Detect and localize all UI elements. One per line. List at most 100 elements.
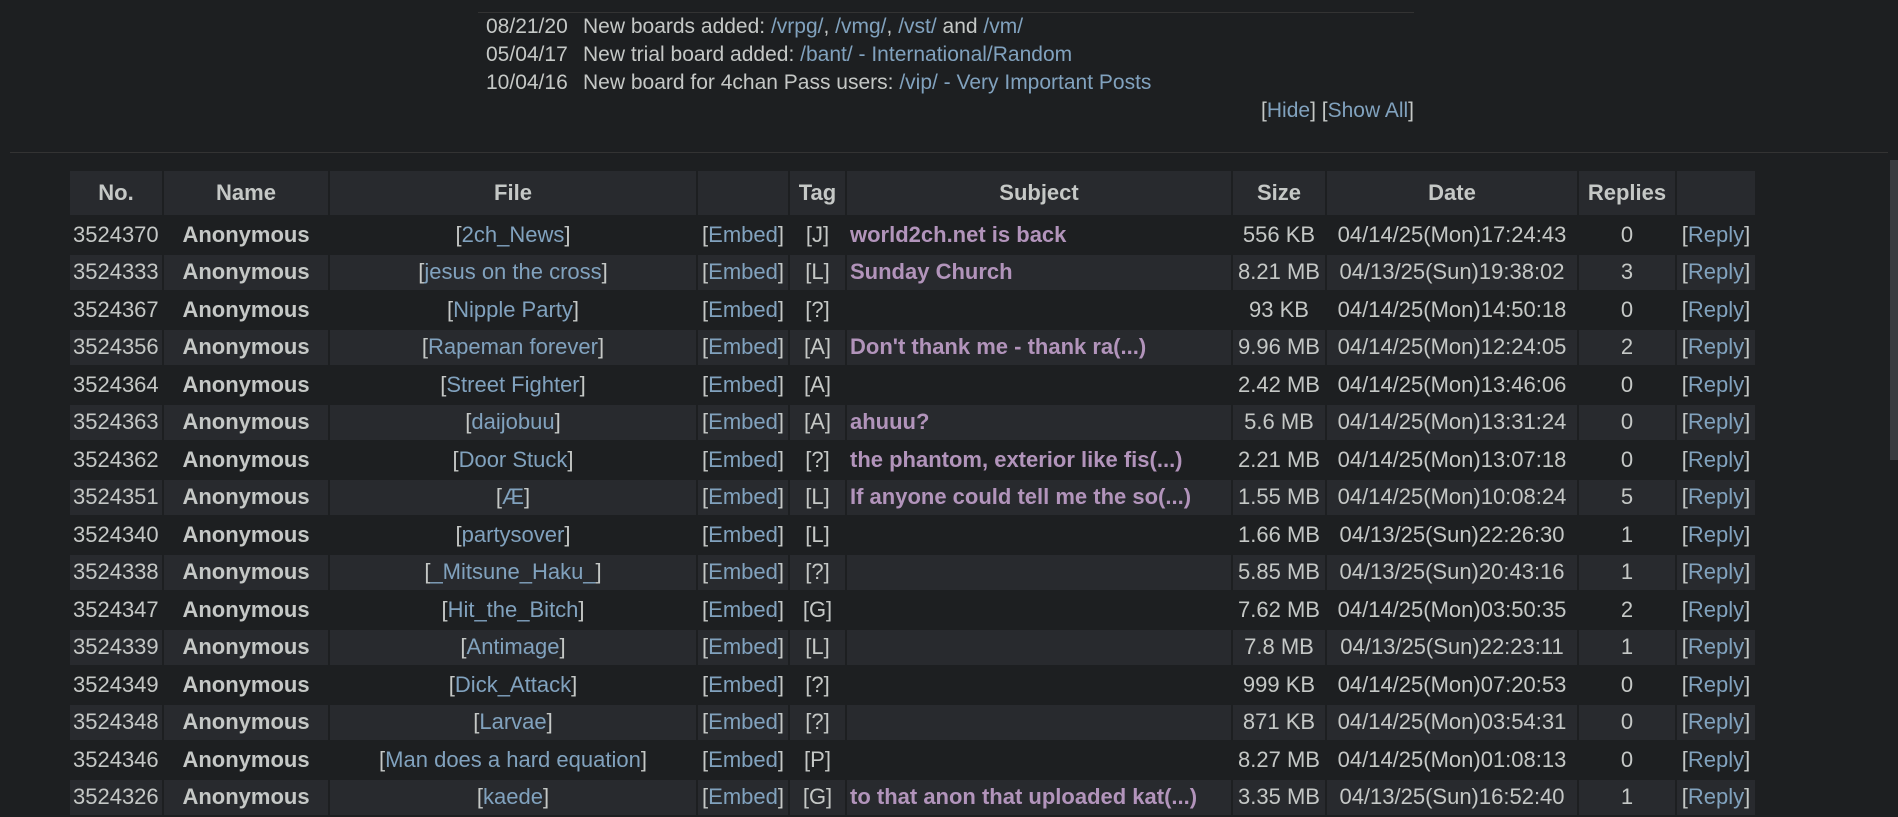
- file-size: 999 KB: [1242, 671, 1316, 697]
- file-name-link[interactable]: Larvae: [479, 709, 546, 734]
- file-name-link[interactable]: Antimage: [467, 634, 560, 659]
- reply-link[interactable]: Reply: [1688, 409, 1744, 434]
- file-name-link[interactable]: Street Fighter: [446, 372, 579, 397]
- post-date: 04/14/25(Mon)01:08:13: [1337, 746, 1567, 772]
- embed-link[interactable]: Embed: [708, 634, 778, 659]
- file-name: [Door Stuck]: [452, 446, 574, 472]
- reply-link[interactable]: Reply: [1688, 634, 1744, 659]
- reply-link[interactable]: Reply: [1688, 447, 1744, 472]
- post-number: 3524338: [70, 554, 162, 590]
- reply-link[interactable]: Reply: [1688, 672, 1744, 697]
- file-size: 2.42 MB: [1238, 371, 1320, 397]
- reply-count: 0: [1620, 371, 1634, 397]
- poster-name: Anonymous: [164, 479, 328, 515]
- file-name-link[interactable]: 2ch_News: [462, 222, 565, 247]
- news-text-part: New boards added:: [583, 15, 771, 38]
- news-board-link[interactable]: /vip/ - Very Important Posts: [899, 71, 1151, 94]
- file-name-link[interactable]: daijobuu: [471, 409, 554, 434]
- reply-link[interactable]: Reply: [1688, 484, 1744, 509]
- file-name-link[interactable]: Man does a hard equation: [385, 747, 641, 772]
- file-name-link[interactable]: Door Stuck: [459, 447, 568, 472]
- news-list: 08/21/20 New boards added: /vrpg/, /vmg/,…: [478, 13, 1414, 97]
- embed-link[interactable]: Embed: [708, 447, 778, 472]
- file-name-link[interactable]: Æ: [502, 484, 524, 509]
- post-number: 3524339: [70, 629, 162, 665]
- tag: [A]: [790, 329, 845, 365]
- embed-link[interactable]: Embed: [708, 597, 778, 622]
- embed-link[interactable]: Embed: [708, 522, 778, 547]
- file-name-link[interactable]: kaede: [483, 784, 543, 809]
- embed-link[interactable]: Embed: [708, 409, 778, 434]
- poster-name: Anonymous: [182, 446, 310, 472]
- reply-link[interactable]: Reply: [1688, 559, 1744, 584]
- news-board-link[interactable]: /vmg/: [835, 15, 886, 38]
- poster-name: Anonymous: [164, 629, 328, 665]
- hide-news-link[interactable]: Hide: [1267, 99, 1310, 122]
- news-text-part: New trial board added:: [583, 43, 801, 66]
- file-name-link[interactable]: Nipple Party: [453, 297, 573, 322]
- reply: [Reply]: [1681, 221, 1751, 247]
- subject: [847, 554, 1231, 590]
- news-text: New boards added: /vrpg/, /vmg/, /vst/ a…: [583, 13, 1023, 41]
- reply: [Reply]: [1677, 254, 1755, 290]
- post-date: 04/13/25(Sun)20:43:16: [1327, 554, 1577, 590]
- embed: [Embed]: [698, 704, 788, 740]
- embed-link[interactable]: Embed: [708, 672, 778, 697]
- post-date: 04/14/25(Mon)07:20:53: [1337, 671, 1567, 697]
- reply-link[interactable]: Reply: [1688, 747, 1744, 772]
- embed-link[interactable]: Embed: [708, 559, 778, 584]
- reply-link[interactable]: Reply: [1688, 222, 1744, 247]
- post-date: 04/14/25(Mon)13:07:18: [1337, 446, 1567, 472]
- scrollbar[interactable]: [1890, 160, 1898, 460]
- file-name-link[interactable]: Rapeman forever: [428, 334, 598, 359]
- embed-link[interactable]: Embed: [708, 222, 778, 247]
- reply-link[interactable]: Reply: [1688, 259, 1744, 284]
- tag: [L]: [790, 254, 845, 290]
- embed-link[interactable]: Embed: [708, 297, 778, 322]
- post-date: 04/13/25(Sun)22:23:11: [1327, 629, 1577, 665]
- reply-link[interactable]: Reply: [1688, 522, 1744, 547]
- tag: [?]: [790, 554, 845, 590]
- header-embed: [698, 171, 788, 215]
- news-board-link[interactable]: /bant/ - International/Random: [800, 43, 1072, 66]
- show-all-news-link[interactable]: Show All: [1328, 99, 1409, 122]
- embed-link[interactable]: Embed: [708, 334, 778, 359]
- reply: [Reply]: [1677, 629, 1755, 665]
- header-name: Name: [164, 171, 328, 215]
- file-size: 7.62 MB: [1238, 596, 1320, 622]
- embed-link[interactable]: Embed: [708, 484, 778, 509]
- reply-link[interactable]: Reply: [1688, 372, 1744, 397]
- news-board-link[interactable]: /vrpg/: [771, 15, 824, 38]
- reply: [Reply]: [1677, 329, 1755, 365]
- file-name-link[interactable]: _Mitsune_Haku_: [430, 559, 595, 584]
- subject: world2ch.net is back: [850, 221, 1067, 247]
- embed-link[interactable]: Embed: [708, 709, 778, 734]
- embed-link[interactable]: Embed: [708, 784, 778, 809]
- file-name-link[interactable]: Dick_Attack: [455, 672, 571, 697]
- tag: [?]: [805, 446, 830, 472]
- reply-count: 0: [1620, 446, 1634, 472]
- reply-count: 0: [1579, 404, 1675, 440]
- embed-link[interactable]: Embed: [708, 372, 778, 397]
- embed-link[interactable]: Embed: [708, 259, 778, 284]
- reply-count: 5: [1579, 479, 1675, 515]
- news-text-part: ,: [886, 15, 899, 38]
- reply-link[interactable]: Reply: [1688, 784, 1744, 809]
- subject: ahuuu?: [847, 404, 1231, 440]
- file-name-link[interactable]: jesus on the cross: [424, 259, 601, 284]
- file-name: [kaede]: [330, 779, 696, 815]
- embed: [Embed]: [702, 521, 784, 547]
- news-item: 10/04/16 New board for 4chan Pass users: …: [478, 69, 1414, 97]
- news-board-link[interactable]: /vm/: [983, 15, 1023, 38]
- file-size: 7.8 MB: [1233, 629, 1325, 665]
- embed-link[interactable]: Embed: [708, 747, 778, 772]
- file-name-link[interactable]: partysover: [462, 522, 565, 547]
- reply-link[interactable]: Reply: [1688, 297, 1744, 322]
- file-name-link[interactable]: Hit_the_Bitch: [448, 597, 579, 622]
- news-board-link[interactable]: /vst/: [898, 15, 937, 38]
- poster-name: Anonymous: [182, 671, 310, 697]
- reply-link[interactable]: Reply: [1688, 709, 1744, 734]
- reply-link[interactable]: Reply: [1688, 334, 1744, 359]
- reply-link[interactable]: Reply: [1688, 597, 1744, 622]
- tag: [L]: [790, 629, 845, 665]
